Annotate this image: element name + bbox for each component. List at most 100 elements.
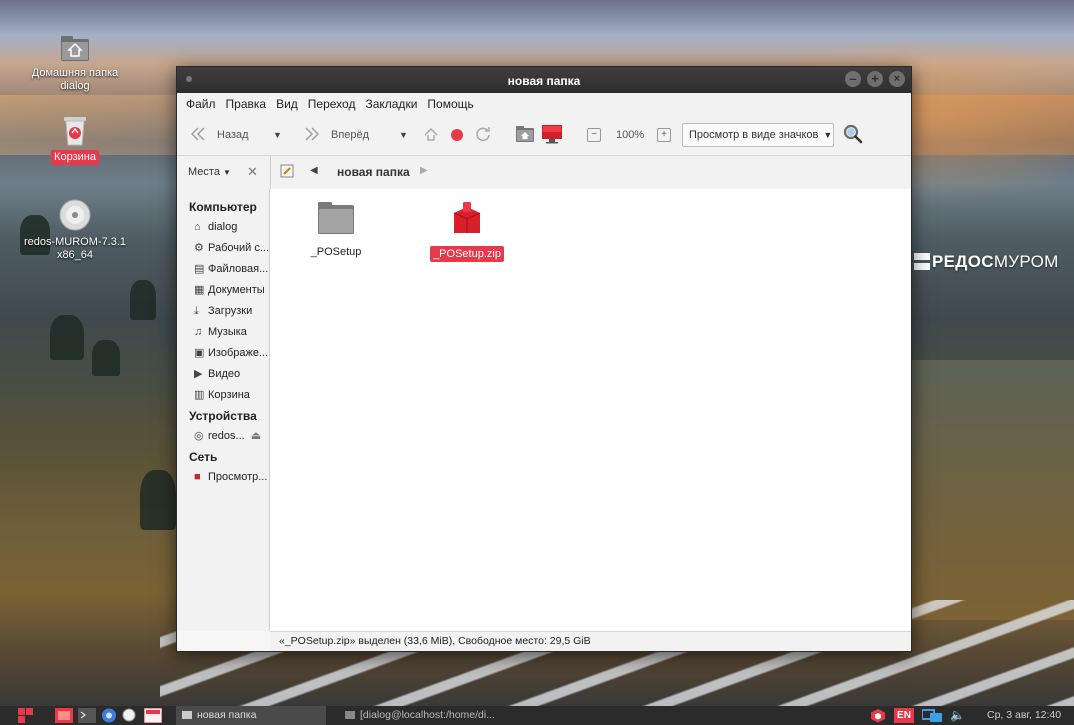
menu-edit[interactable]: Правка: [221, 97, 272, 111]
clock[interactable]: Ср, 3 авг, 12:40: [987, 706, 1074, 725]
sidebar-item-pictures[interactable]: ▣ Изображе...: [177, 343, 269, 364]
zoom-in-icon: +: [657, 128, 671, 142]
eject-icon[interactable]: ⏏: [251, 430, 261, 442]
show-desktop-icon: [55, 708, 73, 725]
forward-arrow-icon: [303, 126, 321, 144]
sidebar-item-home[interactable]: ⌂ dialog: [177, 217, 269, 238]
taskbar: новая папка [dialog@localhost:/home/di..…: [0, 706, 1074, 725]
archive-icon: [422, 201, 512, 240]
disc-icon: ◎: [194, 430, 204, 442]
trash-icon: ▥: [194, 389, 205, 401]
menu-go[interactable]: Переход: [303, 97, 361, 111]
desktop-icon-home[interactable]: Домашняя папка dialog: [20, 33, 130, 94]
forward-history-dropdown[interactable]: ▼: [399, 115, 408, 155]
sidebar-item-network[interactable]: ■ Просмотр...: [177, 467, 269, 488]
zoom-out-icon: −: [587, 128, 601, 142]
window-body: Компьютер ⌂ dialog ⚙ Рабочий с... ▤ Файлова…: [177, 189, 911, 631]
menu-view[interactable]: Вид: [271, 97, 303, 111]
desktop-icon-disc[interactable]: redos-MUROM-7.3.1 x86_64: [20, 198, 130, 263]
brand-text: РЕД: [932, 252, 968, 271]
sidebar-item-label: Изображе...: [208, 347, 269, 359]
file-name: _POSetup.zip: [430, 246, 504, 262]
filesystem-icon: ▤: [194, 263, 205, 275]
folder-icon: [291, 201, 381, 238]
sidebar-item-label: Корзина: [208, 389, 250, 401]
tree-decoration: [140, 470, 176, 530]
file-item-archive[interactable]: _POSetup.zip: [422, 201, 512, 262]
chevron-down-icon: ▼: [223, 168, 231, 177]
tree-decoration: [50, 315, 84, 360]
search-button[interactable]: [843, 115, 863, 155]
task-terminal[interactable]: [dialog@localhost:/home/di...: [340, 706, 510, 725]
terminal-icon: [78, 708, 96, 725]
path-current-folder[interactable]: новая папка: [337, 165, 410, 179]
menu-file[interactable]: Файл: [181, 97, 221, 111]
launcher-browser[interactable]: [101, 708, 117, 723]
sidebar-item-label: Видео: [208, 368, 241, 380]
sidebar-item-trash[interactable]: ▥ Корзина: [177, 385, 269, 406]
sidebar-item-video[interactable]: ▶ Видео: [177, 364, 269, 385]
up-arrow-icon: [423, 126, 439, 145]
stop-button[interactable]: [451, 115, 463, 155]
file-item-folder[interactable]: _POSetup: [291, 201, 381, 260]
menu-help[interactable]: Помощь: [422, 97, 478, 111]
desktop-icon-trash[interactable]: Корзина: [20, 113, 130, 165]
launcher-terminal[interactable]: [78, 708, 96, 723]
network-icon: [921, 709, 944, 725]
sidebar-item-desktop[interactable]: ⚙ Рабочий с...: [177, 238, 269, 259]
zoom-out-button[interactable]: −: [587, 115, 601, 155]
window-icon: [182, 711, 192, 720]
path-back-arrow-icon[interactable]: ◀: [310, 165, 318, 176]
sidebar-item-label: Загрузки: [208, 305, 253, 317]
up-button[interactable]: [423, 115, 439, 155]
edit-location-button[interactable]: [280, 164, 294, 181]
back-button-label: Назад: [217, 129, 249, 141]
status-bar: «_POSetup.zip» выделен (33,6 MiB), Свобо…: [270, 631, 911, 651]
keyboard-layout-indicator[interactable]: EN: [894, 708, 914, 723]
volume-icon[interactable]: 🔈: [950, 708, 965, 723]
sidebar-item-downloads[interactable]: ⤓ Загрузки: [177, 301, 269, 322]
menu-bookmarks[interactable]: Закладки: [360, 97, 422, 111]
sidebar-item-documents[interactable]: ▦ Документы: [177, 280, 269, 301]
sidebar-item-label: Музыка: [208, 326, 247, 338]
pencil-icon: [280, 164, 294, 181]
home-button[interactable]: [515, 115, 535, 155]
close-sidebar-icon[interactable]: ✕: [247, 164, 258, 180]
search-icon: [843, 124, 863, 147]
forward-button[interactable]: Вперёд: [303, 115, 369, 155]
sidebar-item-disc[interactable]: ◎ redos... ⏏: [177, 426, 269, 447]
task-file-manager[interactable]: новая папка: [176, 706, 326, 725]
close-button[interactable]: ×: [889, 71, 905, 87]
tray-app-icon[interactable]: [870, 708, 886, 723]
browser-icon: [101, 708, 117, 725]
path-forward-arrow-icon[interactable]: ▶: [420, 165, 428, 176]
launcher-files[interactable]: [143, 707, 163, 724]
start-menu-button[interactable]: [18, 708, 34, 723]
zoom-level-label: 100%: [616, 129, 645, 141]
sidebar-item-music[interactable]: ♫ Музыка: [177, 322, 269, 343]
back-history-dropdown[interactable]: ▼: [273, 115, 282, 155]
file-view[interactable]: _POSetup _POSetup.zip: [270, 189, 911, 631]
minimize-button[interactable]: –: [845, 71, 861, 87]
home-icon: [515, 125, 535, 146]
places-sidebar: Компьютер ⌂ dialog ⚙ Рабочий с... ▤ Файлова…: [177, 189, 270, 631]
sidebar-item-filesystem[interactable]: ▤ Файловая...: [177, 259, 269, 280]
network-tray[interactable]: [921, 708, 944, 725]
maximize-button[interactable]: +: [867, 71, 883, 87]
path-bar: Места ▼ ✕ ◀ новая папка ▶: [177, 156, 911, 190]
home-folder-icon: [60, 33, 90, 63]
zoom-in-button[interactable]: +: [657, 115, 671, 155]
brand-logo-icon: [914, 253, 930, 271]
desktop-icon: ⚙: [194, 242, 204, 254]
launcher-search[interactable]: [122, 708, 138, 723]
launcher-show-desktop[interactable]: [55, 708, 73, 723]
back-arrow-icon: [189, 126, 207, 144]
window-titlebar[interactable]: новая папка – + ×: [177, 67, 911, 93]
computer-button[interactable]: [541, 115, 563, 155]
back-button[interactable]: Назад: [189, 115, 249, 155]
redos-brand-logo: РЕД ОС МУРОМ: [914, 252, 1059, 272]
menubar: Файл Правка Вид Переход Закладки Помощь: [177, 93, 911, 115]
view-mode-select[interactable]: Просмотр в виде значков ▼: [682, 123, 834, 147]
places-dropdown[interactable]: Места ▼: [188, 166, 231, 178]
reload-button[interactable]: [475, 115, 491, 155]
